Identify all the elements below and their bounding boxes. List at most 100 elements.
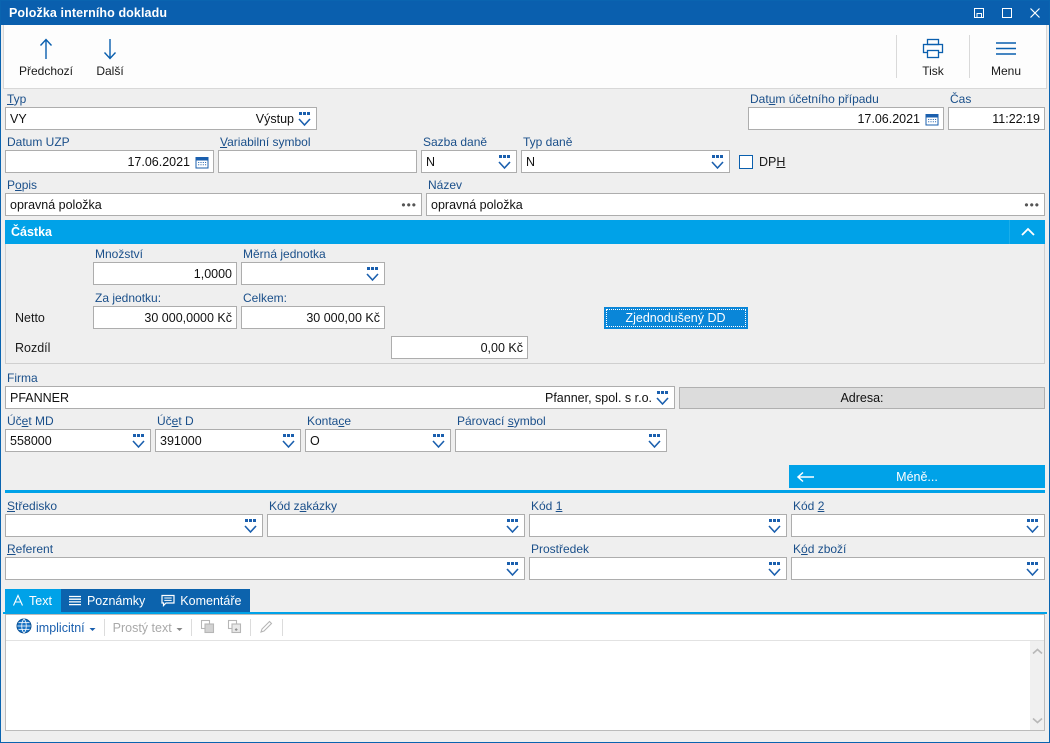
chevron-down-icon-firma[interactable] — [656, 390, 670, 405]
prostredek-input[interactable] — [529, 557, 787, 580]
chevron-down-icon-parovaci[interactable] — [648, 433, 662, 448]
combo-dots-sazba — [499, 154, 510, 158]
text-content-area[interactable] — [6, 641, 1029, 730]
combo-dots-typdane — [712, 154, 723, 158]
chevron-down-icon-ucetd[interactable] — [282, 433, 296, 448]
format-selector[interactable]: Prostý text — [107, 615, 189, 641]
print-button[interactable]: Tisk — [901, 25, 965, 88]
scroll-up-icon[interactable] — [1031, 644, 1043, 658]
combo-dots-parovaci — [649, 433, 660, 437]
calendar-icon-uzp[interactable] — [195, 155, 209, 169]
tab-komentare-label: Komentáře — [180, 593, 242, 608]
edit-button[interactable] — [253, 615, 280, 641]
dph-group[interactable]: DPH — [734, 150, 785, 173]
field-firma: Firma PFANNER Pfanner, spol. s r.o. — [3, 368, 677, 409]
combo-chevron-ucetd — [282, 438, 295, 452]
nazev-input[interactable]: opravná položka ••• — [426, 193, 1045, 216]
chevron-down-icon-sazba[interactable] — [498, 154, 512, 169]
chevron-down-icon-kodzbozi[interactable] — [1026, 561, 1040, 576]
combo-dots-kodzakazky — [507, 518, 518, 522]
next-label: Další — [96, 64, 124, 78]
referent-input[interactable] — [5, 557, 525, 580]
sazba-dane-input[interactable]: N — [421, 150, 517, 173]
chevron-down-icon-kod1[interactable] — [768, 518, 782, 533]
scroll-down-icon[interactable] — [1031, 713, 1043, 727]
document-item-window: Položka interního dokladu Předchozí Dalš… — [0, 0, 1050, 743]
prostredek-combo-wrap — [768, 561, 782, 576]
za-jednotku-label: Za jednotku: — [95, 291, 162, 305]
tab-komentare[interactable]: Komentáře — [154, 589, 251, 612]
chevron-down-icon-kontace[interactable] — [432, 433, 446, 448]
chevron-down-icon-kod2[interactable] — [1026, 518, 1040, 533]
copy-button[interactable] — [194, 615, 221, 641]
firma-label: Firma — [7, 371, 38, 385]
field-ucet-d: Účet D 391000 — [153, 411, 303, 452]
zjednoduseny-dd-button[interactable]: Zjednodušený DD — [603, 306, 748, 329]
chevron-down-icon-stredisko[interactable] — [244, 518, 258, 533]
popis-ellipsis-button[interactable]: ••• — [401, 199, 417, 211]
prostredek-label: Prostředek — [531, 542, 590, 556]
menu-button[interactable]: Menu — [974, 25, 1038, 88]
field-stredisko: Středisko — [3, 496, 265, 537]
variabilni-symbol-input[interactable] — [218, 150, 417, 173]
menu-label: Menu — [990, 64, 1022, 78]
firma-input[interactable]: PFANNER Pfanner, spol. s r.o. — [5, 386, 675, 409]
maximize-icon[interactable] — [993, 1, 1021, 25]
kontace-input[interactable]: O — [305, 429, 451, 452]
tab-text[interactable]: Text — [5, 589, 61, 612]
chevron-down-icon-merna[interactable] — [366, 266, 380, 281]
castka-section-header[interactable]: Částka — [5, 220, 1045, 244]
chevron-down-icon[interactable] — [298, 111, 312, 126]
popis-input[interactable]: opravná položka ••• — [5, 193, 422, 216]
chevron-down-icon-referent[interactable] — [506, 561, 520, 576]
previous-button[interactable]: Předchozí — [14, 25, 78, 88]
language-selector[interactable]: implicitní — [10, 615, 102, 641]
datum-uzp-label: Datum UZP — [7, 135, 70, 149]
tab-poznamky[interactable]: Poznámky — [60, 589, 155, 612]
stredisko-input[interactable] — [5, 514, 263, 537]
combo-chevron-referent — [506, 566, 519, 580]
datum-uc-pripadu-input[interactable]: 17.06.2021 — [748, 107, 944, 130]
datum-uzp-input[interactable]: 17.06.2021 — [5, 150, 214, 173]
close-icon[interactable] — [1021, 1, 1049, 25]
copy-add-button[interactable] — [221, 615, 248, 641]
next-button[interactable]: Další — [78, 25, 142, 88]
kod-zakazky-combo-wrap — [506, 518, 520, 533]
merna-jednotka-input[interactable] — [241, 262, 385, 285]
editor-scrollbar[interactable] — [1029, 641, 1044, 730]
mene-button[interactable]: Méně... — [789, 465, 1045, 488]
field-kod-1: Kód 1 — [527, 496, 789, 537]
collapse-up-icon[interactable] — [1009, 220, 1045, 244]
previous-label: Předchozí — [18, 64, 74, 78]
chevron-down-icon-typdane[interactable] — [711, 154, 725, 169]
parovaci-symbol-input[interactable] — [455, 429, 667, 452]
kod-1-input[interactable] — [529, 514, 787, 537]
ucet-md-input[interactable]: 558000 — [5, 429, 151, 452]
kod-zbozi-input[interactable] — [791, 557, 1045, 580]
toolbar-separator — [896, 35, 897, 78]
chevron-down-icon-ucetmd[interactable] — [132, 433, 146, 448]
title-bar: Položka interního dokladu — [1, 1, 1049, 25]
adresa-button[interactable]: Adresa: — [679, 387, 1045, 409]
scrollbar-track[interactable] — [1030, 641, 1044, 730]
kod-zakazky-input[interactable] — [267, 514, 525, 537]
typ-input[interactable]: VY Výstup — [5, 107, 317, 130]
dph-checkbox[interactable] — [739, 154, 753, 169]
mnozstvi-input[interactable]: 1,0000 — [93, 262, 237, 285]
calendar-icon[interactable] — [925, 112, 939, 126]
firma-value: PFANNER — [10, 390, 70, 405]
rozdil-value: 0,00 Kč — [480, 340, 523, 355]
typ-dane-input[interactable]: N — [521, 150, 730, 173]
netto-za-jednotku-input[interactable]: 30 000,0000 Kč — [93, 306, 237, 329]
cas-input[interactable]: 11:22:19 — [948, 107, 1045, 130]
chevron-down-icon-kodzakazky[interactable] — [506, 518, 520, 533]
kod-2-input[interactable] — [791, 514, 1045, 537]
rozdil-input[interactable]: 0,00 Kč — [391, 336, 528, 359]
nazev-ellipsis-button[interactable]: ••• — [1024, 199, 1040, 211]
netto-celkem-input[interactable]: 30 000,00 Kč — [241, 306, 385, 329]
ucet-d-input[interactable]: 391000 — [155, 429, 301, 452]
referent-combo-wrap — [506, 561, 520, 576]
restore-icon[interactable] — [965, 1, 993, 25]
chevron-down-icon-prostredek[interactable] — [768, 561, 782, 576]
netto-gutter — [6, 288, 91, 306]
